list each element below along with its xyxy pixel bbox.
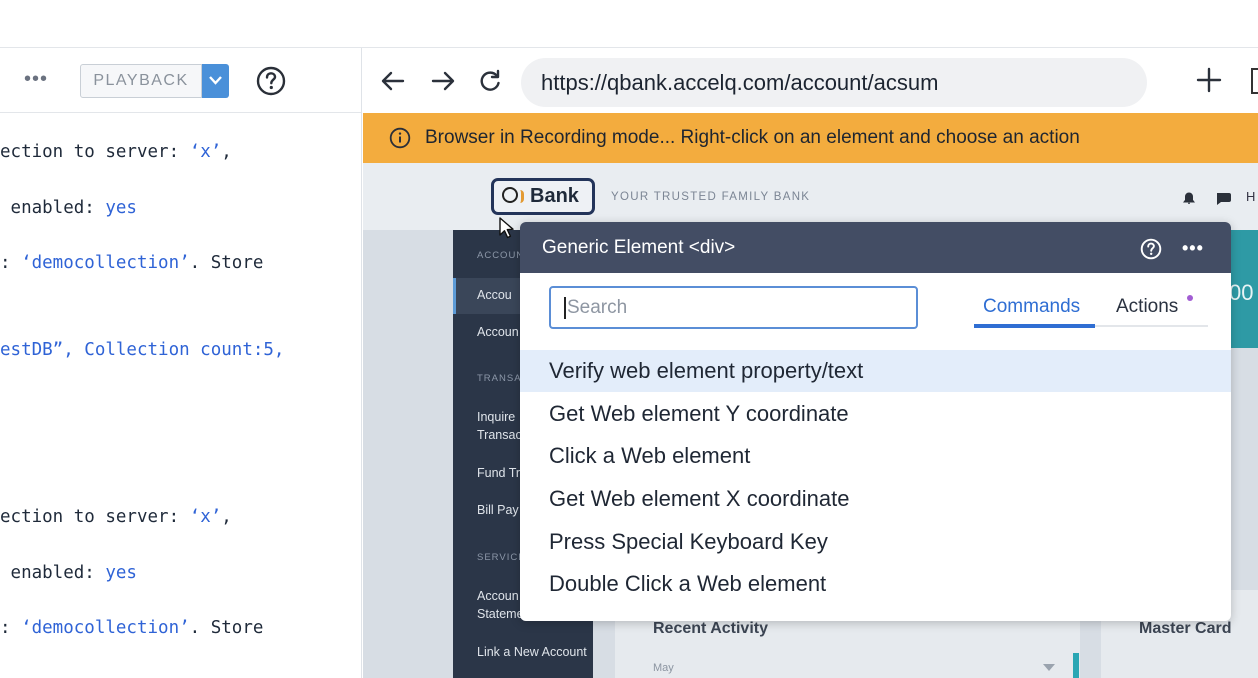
sidenav-section-accounts: ACCOUN	[477, 250, 525, 261]
playback-button[interactable]: PLAYBACK	[80, 64, 202, 98]
command-item[interactable]: Press Special Keyboard Key	[520, 521, 1231, 563]
address-bar[interactable]: https://qbank.accelq.com/account/acsum	[521, 58, 1147, 107]
month-select[interactable]: May	[653, 662, 674, 674]
code-line: ection to server: ‘x’,	[0, 142, 232, 162]
sidenav-item-account[interactable]: Accoun	[477, 325, 519, 339]
more-options-icon[interactable]: •••	[24, 68, 48, 91]
back-arrow-icon[interactable]	[380, 68, 406, 94]
help-icon[interactable]	[256, 66, 286, 96]
search-placeholder: Search	[567, 297, 628, 318]
new-tab-icon[interactable]	[1195, 66, 1223, 94]
code-line: ection to server: ‘x’,	[0, 507, 232, 527]
code-line: enabled: yes	[0, 563, 137, 583]
sidenav-item-statements-line2[interactable]: Stateme	[477, 607, 524, 621]
sidenav-section-transactions: TRANSA	[477, 373, 522, 384]
forward-arrow-icon[interactable]	[430, 68, 456, 94]
notification-dot	[1187, 295, 1193, 301]
more-options-icon[interactable]: •••	[1182, 238, 1204, 259]
logo-mark	[502, 187, 518, 203]
balance-value: 00	[1229, 280, 1254, 305]
sidenav-item-bill-pay[interactable]: Bill Pay	[477, 503, 519, 517]
bell-icon	[1183, 192, 1195, 204]
sidenav-item-statements[interactable]: Accoun	[477, 589, 519, 603]
sidenav-item-inquire-line2[interactable]: Transac	[477, 428, 522, 442]
sidenav-item-fund-transfer[interactable]: Fund Tr	[477, 466, 520, 480]
command-item[interactable]: Click a Web element	[520, 435, 1231, 477]
code-line: : ‘democollection’. Store	[0, 253, 264, 273]
header-user-initial[interactable]: H	[1246, 189, 1255, 204]
tab-actions[interactable]: Actions	[1116, 296, 1178, 318]
sidenav-section-services: SERVICE	[477, 552, 526, 563]
element-actions-popup: Generic Element <div> ••• Search Command…	[520, 222, 1231, 621]
sidenav-item-link-account[interactable]: Link a New Account	[477, 645, 587, 659]
sidenav-item-account-summary[interactable]: Accou	[477, 288, 512, 302]
scroll-indicator	[1073, 653, 1079, 678]
tab-commands-underline	[974, 324, 1095, 328]
tab-commands[interactable]: Commands	[983, 296, 1080, 318]
code-line: enabled: yes	[0, 198, 137, 218]
banner-text: Browser in Recording mode... Right-click…	[425, 127, 1080, 148]
sidenav-item-inquire[interactable]: Inquire	[477, 410, 515, 424]
command-item[interactable]: Get Web element X coordinate	[520, 478, 1231, 520]
code-line: : ‘democollection’. Store	[0, 618, 264, 638]
code-line: estDB”, Collection count:5,	[0, 340, 285, 360]
popup-title: Generic Element <div>	[542, 237, 736, 258]
mouse-pointer-icon	[499, 217, 514, 239]
logo-mark-accent	[520, 190, 524, 203]
text-caret	[564, 297, 566, 319]
help-icon[interactable]	[1140, 238, 1162, 260]
popup-header: Generic Element <div> •••	[520, 222, 1231, 273]
reload-icon[interactable]	[477, 68, 503, 94]
bank-logo[interactable]: Bank	[491, 178, 595, 215]
master-card-title: Master Card	[1139, 620, 1232, 637]
command-item[interactable]: Double Click a Web element	[520, 563, 1231, 605]
info-icon	[389, 127, 411, 149]
caret-down-icon[interactable]	[1043, 664, 1055, 671]
command-item[interactable]: Verify web element property/text	[520, 350, 1231, 392]
browser-toolbar: https://qbank.accelq.com/account/acsum	[363, 48, 1258, 113]
logo-text: Bank	[530, 185, 579, 207]
search-input[interactable]: Search	[549, 286, 918, 329]
window-icon[interactable]	[1251, 68, 1258, 94]
command-item[interactable]: Get Web element Y coordinate	[520, 393, 1231, 435]
editor-toolbar: ••• PLAYBACK	[0, 48, 361, 113]
top-strip	[0, 0, 1258, 48]
chevron-down-icon	[209, 76, 222, 85]
script-editor-panel: ••• PLAYBACK ection to server: ‘x’, enab…	[0, 48, 362, 678]
chat-icon	[1217, 193, 1231, 205]
bank-tagline: YOUR TRUSTED FAMILY BANK	[611, 191, 811, 203]
recording-banner: Browser in Recording mode... Right-click…	[363, 113, 1258, 163]
recent-activity-title: Recent Activity	[653, 620, 768, 637]
playback-dropdown[interactable]	[202, 64, 229, 98]
